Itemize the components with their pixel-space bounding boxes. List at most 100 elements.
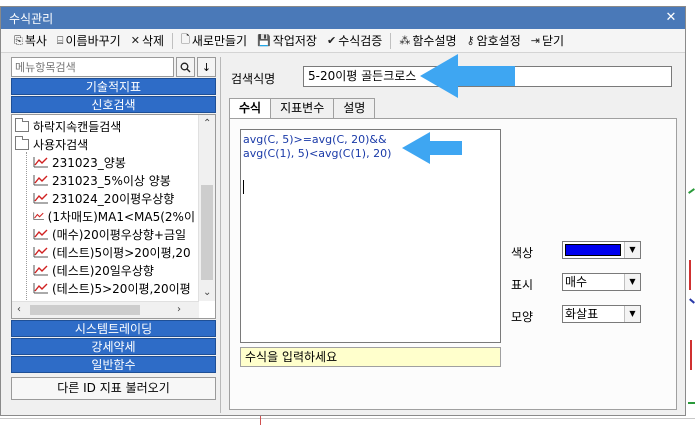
chevron-down-icon[interactable]: ▼ (624, 242, 640, 258)
arrow-down-icon: ↓ (201, 60, 212, 74)
search-down-button[interactable]: ↓ (197, 57, 216, 77)
close-button[interactable]: ⇥ 닫기 (526, 31, 569, 51)
tree-content: 하락지속캔들검색 사용자검색 231023_양봉 231023_5%이상 양봉 23… (15, 117, 195, 297)
check-icon: ✔ (326, 34, 337, 47)
copy-icon: ⎘ (14, 33, 23, 47)
delete-label: 삭제 (141, 34, 165, 48)
menu-search-input[interactable] (11, 57, 175, 77)
tree-item-label: 231024_20이평우상향 (52, 191, 175, 206)
tree-item[interactable]: (테스트)5이평>20이평,20 (15, 243, 195, 261)
category-system-trading[interactable]: 시스템트레이딩 (11, 320, 216, 337)
folder-icon (15, 117, 29, 132)
new-button[interactable]: 🗋 새로만들기 (176, 31, 252, 51)
function-help-label: 함수설명 (412, 34, 457, 48)
chevron-down-icon[interactable]: ▼ (624, 306, 640, 322)
save-button[interactable]: 💾 작업저장 (252, 31, 322, 51)
load-other-id-button[interactable]: 다른 ID 지표 불러오기 (11, 377, 216, 400)
chevron-down-icon[interactable]: ⌄ (203, 287, 211, 298)
formula-manager-window: 수식관리 ✕ ⎘ 복사 ⌸ 이름바꾸기 ✕ 삭제 🗋 새로만들기 💾 작업저장 ✔ 수식검증… (0, 6, 686, 416)
new-file-icon: 🗋 (181, 33, 190, 46)
password-button[interactable]: ⚷ 암호설정 (462, 31, 526, 51)
function-help-button[interactable]: ⁂ 함수설명 (394, 31, 461, 51)
rename-button[interactable]: ⌸ 이름바꾸기 (52, 31, 126, 51)
chevron-left-icon[interactable]: ‹ (17, 304, 21, 315)
chevron-right-icon[interactable]: › (177, 304, 181, 315)
category-general-functions[interactable]: 일반함수 (11, 356, 216, 373)
editor-pane: 검색식명 5-20이평 골든크로스 수식 지표변수 설명 avg(C, 5)>=… (224, 57, 682, 413)
verify-label: 수식검증 (338, 34, 383, 48)
toolbar-divider (390, 32, 392, 49)
tree-folder[interactable]: 사용자검색 (15, 135, 195, 153)
scroll-thumb[interactable] (201, 185, 213, 280)
callout-arrow-icon (402, 132, 462, 164)
key-icon: ⚷ (466, 34, 475, 47)
color-swatch (565, 244, 621, 256)
rename-icon: ⌸ (56, 33, 64, 47)
menu-search-row: ↓ (11, 57, 216, 77)
tree-guide-line (26, 152, 27, 300)
delete-button[interactable]: ✕ 삭제 (126, 31, 169, 51)
shape-label: 모양 (511, 310, 534, 324)
tab-formula[interactable]: 수식 (229, 98, 272, 119)
folder-icon (15, 135, 29, 150)
tree-item[interactable]: 231023_양봉 (15, 153, 195, 171)
copy-button[interactable]: ⎘ 복사 (9, 31, 52, 51)
tree-vertical-scrollbar[interactable]: ⌃ ⌄ (198, 115, 215, 301)
background-mark (689, 298, 695, 304)
display-dropdown[interactable]: 매수 ▼ (562, 273, 641, 291)
tree-horizontal-scrollbar[interactable]: ‹ › (12, 301, 199, 318)
color-dropdown[interactable]: ▼ (562, 241, 641, 259)
copy-label: 복사 (24, 34, 47, 48)
verify-button[interactable]: ✔ 수식검증 (322, 31, 387, 51)
title-bar: 수식관리 ✕ (1, 7, 685, 29)
delete-icon: ✕ (130, 34, 140, 47)
close-label: 닫기 (541, 34, 565, 48)
scroll-thumb[interactable] (30, 305, 140, 315)
tab-indicator-variables[interactable]: 지표변수 (270, 98, 335, 118)
tree-item[interactable]: 231024_20이평우상향 (15, 189, 195, 207)
line-chart-icon (33, 229, 48, 240)
text-caret (243, 180, 244, 194)
background-mark (690, 340, 692, 370)
background-mark (689, 260, 691, 290)
category-signal-search[interactable]: 신호검색 (11, 96, 216, 113)
shape-dropdown[interactable]: 화살표 ▼ (562, 305, 641, 323)
tree-item[interactable]: (매수)20이평우상향+금일 (15, 225, 195, 243)
line-chart-icon (33, 283, 48, 294)
tree-item[interactable]: (1차매도)MA1<MA5(2%이 (15, 207, 195, 225)
background-mark (260, 416, 261, 425)
chevron-up-icon[interactable]: ⌃ (203, 118, 211, 129)
tree-items: 231023_양봉 231023_5%이상 양봉 231024_20이평우상향 (1차… (15, 153, 195, 297)
line-chart-icon (33, 175, 48, 186)
line-chart-icon (33, 212, 44, 221)
background-mark (688, 188, 695, 194)
background-mark (688, 402, 695, 404)
background-gridline (0, 418, 695, 419)
search-button[interactable] (176, 57, 196, 77)
line-chart-icon (33, 265, 48, 276)
tree-item-label: (테스트)5>20이평,20이평 (52, 281, 191, 296)
tree-folder-label: 하락지속캔들검색 (33, 119, 122, 134)
tree-item-label: (테스트)20일우상향 (52, 263, 154, 278)
pane-splitter[interactable] (220, 57, 221, 413)
close-icon[interactable]: ✕ (663, 10, 679, 26)
category-strength-weakness[interactable]: 강세약세 (11, 338, 216, 355)
chevron-down-icon[interactable]: ▼ (624, 274, 640, 290)
tree-item-label: 231023_5%이상 양봉 (52, 173, 171, 188)
editor-tabs: 수식 지표변수 설명 (229, 98, 376, 119)
save-label: 작업저장 (272, 34, 317, 48)
category-technical-indicators[interactable]: 기술적지표 (11, 78, 216, 95)
formula-tree: 하락지속캔들검색 사용자검색 231023_양봉 231023_5%이상 양봉 23… (11, 114, 216, 319)
tree-folder[interactable]: 하락지속캔들검색 (15, 117, 195, 135)
password-label: 암호설정 (476, 34, 521, 48)
formula-name-label: 검색식명 (231, 72, 276, 86)
shape-value: 화살표 (565, 307, 599, 321)
door-exit-icon: ⇥ (530, 34, 540, 47)
window-title: 수식관리 (9, 11, 54, 26)
tab-description[interactable]: 설명 (333, 98, 376, 118)
tree-item-label: (테스트)5이평>20이평,20 (52, 245, 191, 260)
tree-item[interactable]: (테스트)5>20이평,20이평 (15, 279, 195, 297)
tree-item[interactable]: 231023_5%이상 양봉 (15, 171, 195, 189)
tree-item[interactable]: (테스트)20일우상향 (15, 261, 195, 279)
callout-arrow-icon (420, 54, 515, 98)
